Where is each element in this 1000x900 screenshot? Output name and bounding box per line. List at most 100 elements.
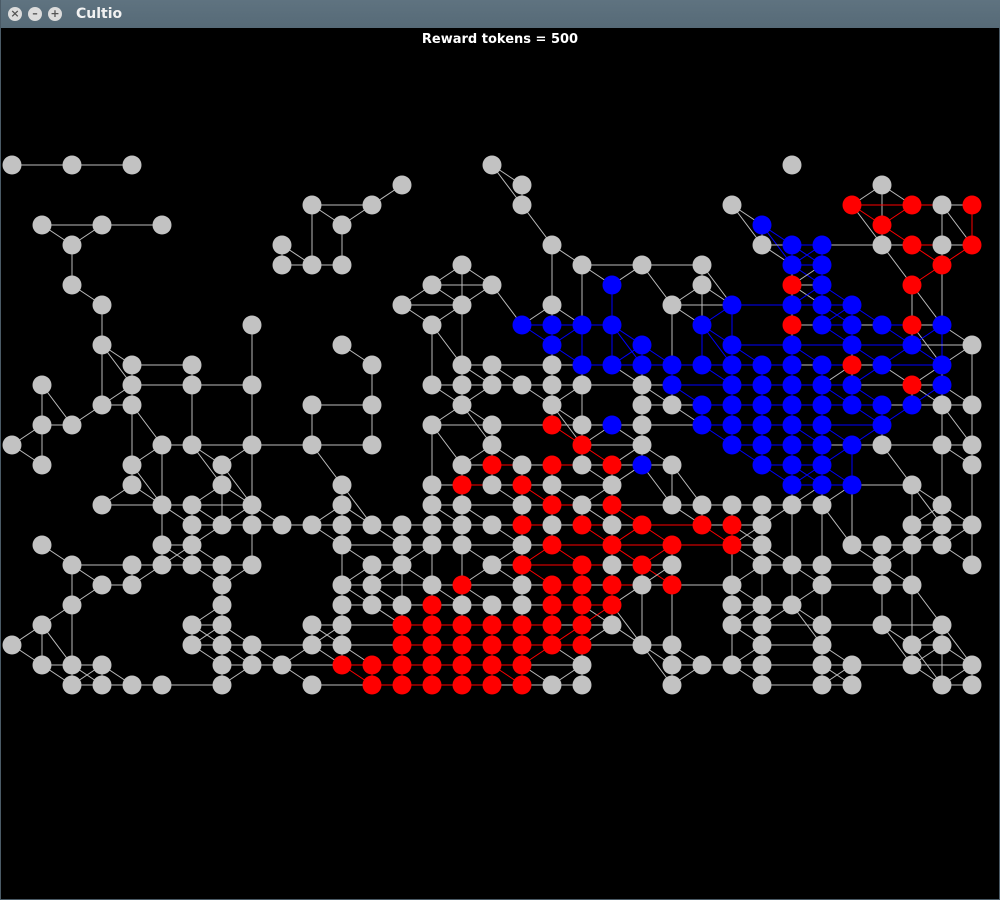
neutral-node[interactable] — [542, 295, 562, 315]
enemy-node[interactable] — [692, 395, 712, 415]
neutral-node[interactable] — [662, 555, 682, 575]
neutral-node[interactable] — [632, 415, 652, 435]
neutral-node[interactable] — [422, 495, 442, 515]
enemy-node[interactable] — [512, 315, 532, 335]
neutral-node[interactable] — [662, 655, 682, 675]
neutral-node[interactable] — [632, 375, 652, 395]
neutral-node[interactable] — [932, 495, 952, 515]
player-node[interactable] — [902, 235, 922, 255]
neutral-node[interactable] — [692, 655, 712, 675]
enemy-node[interactable] — [602, 315, 622, 335]
player-node[interactable] — [482, 655, 502, 675]
player-node[interactable] — [452, 475, 472, 495]
neutral-node[interactable] — [92, 395, 112, 415]
neutral-node[interactable] — [212, 675, 232, 695]
neutral-node[interactable] — [92, 495, 112, 515]
player-node[interactable] — [392, 675, 412, 695]
neutral-node[interactable] — [662, 675, 682, 695]
neutral-node[interactable] — [92, 335, 112, 355]
neutral-node[interactable] — [542, 235, 562, 255]
neutral-node[interactable] — [482, 375, 502, 395]
enemy-node[interactable] — [812, 255, 832, 275]
player-node[interactable] — [542, 455, 562, 475]
neutral-node[interactable] — [212, 635, 232, 655]
neutral-node[interactable] — [452, 495, 472, 515]
player-node[interactable] — [572, 515, 592, 535]
player-node[interactable] — [512, 615, 532, 635]
neutral-node[interactable] — [572, 255, 592, 275]
neutral-node[interactable] — [482, 155, 502, 175]
neutral-node[interactable] — [242, 515, 262, 535]
player-node[interactable] — [962, 195, 982, 215]
maximize-icon[interactable]: + — [48, 7, 62, 21]
enemy-node[interactable] — [812, 295, 832, 315]
player-node[interactable] — [872, 215, 892, 235]
player-node[interactable] — [482, 635, 502, 655]
player-node[interactable] — [542, 535, 562, 555]
enemy-node[interactable] — [812, 375, 832, 395]
neutral-node[interactable] — [452, 375, 472, 395]
enemy-node[interactable] — [872, 415, 892, 435]
neutral-node[interactable] — [32, 415, 52, 435]
neutral-node[interactable] — [662, 455, 682, 475]
enemy-node[interactable] — [722, 335, 742, 355]
neutral-node[interactable] — [932, 195, 952, 215]
neutral-node[interactable] — [782, 595, 802, 615]
enemy-node[interactable] — [782, 295, 802, 315]
neutral-node[interactable] — [932, 615, 952, 635]
neutral-node[interactable] — [482, 515, 502, 535]
neutral-node[interactable] — [362, 195, 382, 215]
neutral-node[interactable] — [902, 515, 922, 535]
enemy-node[interactable] — [812, 355, 832, 375]
neutral-node[interactable] — [62, 555, 82, 575]
enemy-node[interactable] — [782, 455, 802, 475]
neutral-node[interactable] — [422, 375, 442, 395]
player-node[interactable] — [512, 555, 532, 575]
neutral-node[interactable] — [242, 375, 262, 395]
neutral-node[interactable] — [812, 555, 832, 575]
enemy-node[interactable] — [842, 335, 862, 355]
player-node[interactable] — [572, 635, 592, 655]
neutral-node[interactable] — [962, 555, 982, 575]
enemy-node[interactable] — [782, 235, 802, 255]
enemy-node[interactable] — [722, 415, 742, 435]
neutral-node[interactable] — [722, 495, 742, 515]
enemy-node[interactable] — [812, 275, 832, 295]
player-node[interactable] — [602, 595, 622, 615]
neutral-node[interactable] — [932, 435, 952, 455]
enemy-node[interactable] — [752, 435, 772, 455]
neutral-node[interactable] — [872, 175, 892, 195]
neutral-node[interactable] — [602, 515, 622, 535]
neutral-node[interactable] — [662, 395, 682, 415]
player-node[interactable] — [482, 615, 502, 635]
enemy-node[interactable] — [692, 315, 712, 335]
player-node[interactable] — [452, 635, 472, 655]
neutral-node[interactable] — [542, 355, 562, 375]
neutral-node[interactable] — [482, 415, 502, 435]
neutral-node[interactable] — [962, 655, 982, 675]
player-node[interactable] — [602, 535, 622, 555]
enemy-node[interactable] — [752, 415, 772, 435]
neutral-node[interactable] — [332, 515, 352, 535]
neutral-node[interactable] — [242, 495, 262, 515]
neutral-node[interactable] — [182, 435, 202, 455]
enemy-node[interactable] — [902, 335, 922, 355]
neutral-node[interactable] — [452, 455, 472, 475]
neutral-node[interactable] — [242, 315, 262, 335]
neutral-node[interactable] — [812, 675, 832, 695]
enemy-node[interactable] — [722, 295, 742, 315]
neutral-node[interactable] — [392, 175, 412, 195]
player-node[interactable] — [602, 575, 622, 595]
neutral-node[interactable] — [422, 275, 442, 295]
neutral-node[interactable] — [632, 575, 652, 595]
neutral-node[interactable] — [932, 395, 952, 415]
neutral-node[interactable] — [482, 555, 502, 575]
neutral-node[interactable] — [2, 435, 22, 455]
neutral-node[interactable] — [962, 515, 982, 535]
neutral-node[interactable] — [662, 635, 682, 655]
neutral-node[interactable] — [362, 355, 382, 375]
player-node[interactable] — [602, 495, 622, 515]
neutral-node[interactable] — [92, 215, 112, 235]
neutral-node[interactable] — [122, 675, 142, 695]
neutral-node[interactable] — [812, 655, 832, 675]
